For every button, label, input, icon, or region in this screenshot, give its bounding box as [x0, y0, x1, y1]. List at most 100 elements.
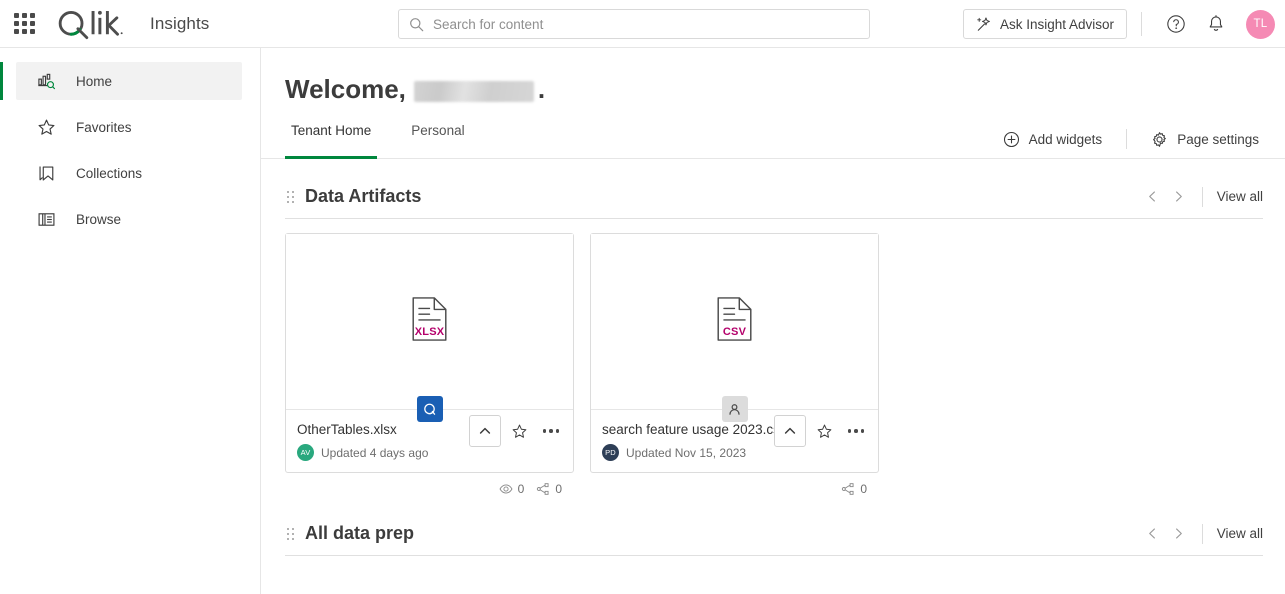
card-actions: [469, 415, 565, 447]
chevron-right-icon[interactable]: [1166, 184, 1192, 210]
gear-icon: [1153, 131, 1167, 147]
lineage-icon: [842, 483, 854, 495]
app-launcher-grid-icon[interactable]: [12, 12, 36, 36]
lineage-icon: [537, 483, 549, 495]
file-extension-label: CSV: [722, 326, 747, 338]
card-actions: [774, 415, 870, 447]
sidebar-item-home-label: Home: [76, 73, 113, 89]
star-outline-icon[interactable]: [505, 417, 533, 445]
card-title: OtherTables.xlsx: [297, 422, 397, 437]
tab-list: Tenant Home Personal: [285, 122, 499, 159]
view-all-link[interactable]: View all: [1217, 189, 1263, 204]
sidebar-item-browse[interactable]: Browse: [16, 200, 242, 238]
card-stats: 0: [590, 482, 879, 496]
views-stat: 0: [499, 482, 525, 496]
sidebar-item-favorites-label: Favorites: [76, 119, 132, 135]
section-all-data-prep: All data prep View all: [261, 512, 1285, 556]
more-horizontal-icon[interactable]: [537, 417, 565, 445]
personal-space-icon: [721, 396, 748, 422]
chevron-left-icon[interactable]: [1140, 184, 1166, 210]
sidebar-item-favorites[interactable]: Favorites: [16, 108, 242, 146]
sidebar-item-browse-label: Browse: [76, 211, 122, 227]
lineage-stat: 0: [841, 482, 867, 496]
file-document-icon: CSV: [716, 296, 753, 347]
file-document-icon: XLSX: [411, 296, 448, 347]
search-box[interactable]: [398, 9, 870, 39]
sidebar-item-collections[interactable]: Collections: [16, 154, 242, 192]
chevron-right-icon[interactable]: [1166, 521, 1192, 547]
card-stats-row: 0 0 0: [285, 482, 1263, 496]
lineage-count: 0: [555, 482, 562, 496]
card-list: XLSX OtherTables.xlsx AV Updated 4 days …: [285, 233, 1263, 473]
search-input[interactable]: [433, 16, 869, 32]
sidebar-item-collections-label: Collections: [76, 165, 143, 181]
card-updated-label: Updated 4 days ago: [321, 445, 429, 460]
help-circle-icon[interactable]: [1162, 10, 1190, 38]
drag-handle-icon[interactable]: [285, 190, 295, 204]
section-tools-divider: [1201, 186, 1203, 207]
sidebar: Home Favorites Collections Browse: [0, 48, 261, 594]
welcome-suffix: .: [537, 74, 546, 104]
top-bar-actions: Ask Insight Advisor TL: [962, 0, 1275, 48]
ask-insight-advisor-label: Ask Insight Advisor: [999, 16, 1114, 32]
tab-actions: Add widgets Page settings: [999, 129, 1263, 158]
page-settings-label: Page settings: [1177, 131, 1259, 147]
welcome-prefix: Welcome,: [285, 74, 406, 104]
eye-icon: [499, 484, 513, 494]
views-count: 0: [517, 482, 525, 496]
browse-list-icon: [36, 209, 56, 229]
page-settings-button[interactable]: Page settings: [1147, 131, 1263, 148]
bookmark-icon: [36, 163, 56, 183]
drag-handle-icon[interactable]: [285, 527, 295, 541]
star-icon: [36, 117, 56, 137]
tab-personal[interactable]: Personal: [405, 123, 470, 159]
search-container: [398, 9, 870, 39]
tabs-row: Tenant Home Personal Add widgets Page se…: [261, 123, 1285, 159]
card-item[interactable]: XLSX OtherTables.xlsx AV Updated 4 days …: [285, 233, 574, 473]
section-title: All data prep: [305, 523, 415, 543]
plus-circle-icon: [1003, 131, 1019, 147]
star-outline-icon[interactable]: [810, 417, 838, 445]
card-updated-label: Updated Nov 15, 2023: [626, 445, 747, 460]
app-title: Insights: [150, 13, 210, 33]
lineage-count: 0: [860, 482, 867, 496]
card-thumbnail: XLSX: [286, 234, 573, 422]
tab-tenant-home[interactable]: Tenant Home: [285, 123, 378, 159]
home-analytics-icon: [36, 71, 56, 91]
avatar[interactable]: TL: [1246, 9, 1275, 39]
section-header: All data prep View all: [285, 512, 1263, 556]
chevron-up-icon[interactable]: [469, 415, 501, 447]
section-data-artifacts: Data Artifacts View all XLSX OtherTables…: [261, 175, 1285, 496]
owner-avatar: AV: [297, 444, 314, 461]
more-horizontal-icon[interactable]: [842, 417, 870, 445]
add-widgets-label: Add widgets: [1028, 131, 1103, 147]
add-widgets-button[interactable]: Add widgets: [999, 131, 1107, 148]
page-body: Home Favorites Collections Browse Welcom…: [0, 48, 1285, 594]
chevron-up-icon[interactable]: [774, 415, 806, 447]
owner-avatar: PD: [602, 444, 619, 461]
redacted-user-name: [413, 81, 534, 102]
brand[interactable]: Insights: [54, 7, 209, 41]
section-title-wrap: Data Artifacts: [285, 186, 421, 207]
top-bar: Insights Ask Insight Advisor: [0, 0, 1285, 48]
sidebar-item-home[interactable]: Home: [0, 62, 242, 100]
lineage-stat: 0: [536, 482, 562, 496]
top-bar-divider: [1141, 12, 1142, 36]
section-tools-divider: [1201, 523, 1203, 544]
ask-insight-advisor-button[interactable]: Ask Insight Advisor: [962, 9, 1127, 39]
card-item[interactable]: CSV search feature usage 2023.csv PD Upd…: [590, 233, 879, 473]
qlik-space-icon: [416, 396, 443, 422]
card-thumbnail: CSV: [591, 234, 878, 422]
file-extension-label: XLSX: [414, 326, 445, 338]
main-content: Welcome, . Tenant Home Personal Add widg…: [261, 48, 1285, 594]
section-title: Data Artifacts: [305, 186, 422, 206]
card-title: search feature usage 2023.csv: [602, 422, 784, 437]
section-header: Data Artifacts View all: [285, 175, 1263, 219]
bell-icon[interactable]: [1202, 10, 1230, 38]
chevron-left-icon[interactable]: [1140, 521, 1166, 547]
card-stats: 0 0: [285, 482, 574, 496]
view-all-link[interactable]: View all: [1217, 526, 1263, 541]
search-icon: [410, 17, 424, 31]
qlik-logo-icon: [58, 10, 123, 39]
section-tools: View all: [1140, 521, 1263, 547]
